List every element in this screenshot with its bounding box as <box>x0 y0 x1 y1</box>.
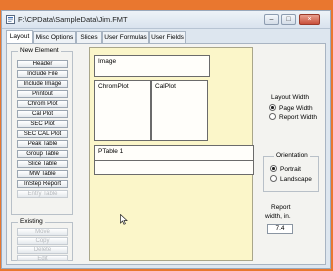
existing-label: Existing <box>18 218 45 225</box>
mw-table-button[interactable]: MW Table <box>17 170 68 179</box>
cal-plot-button[interactable]: Cal Plot <box>17 110 68 119</box>
tab-misc-options[interactable]: Misc Options <box>33 31 76 43</box>
radio-selected-icon <box>270 165 277 172</box>
sec-plot-button[interactable]: SEC Plot <box>17 120 68 129</box>
orientation-label: Orientation <box>274 152 310 159</box>
maximize-icon: □ <box>286 16 291 23</box>
peak-table-button[interactable]: Peak Table <box>17 140 68 149</box>
tab-slices[interactable]: Slices <box>76 31 102 43</box>
instep-report-button[interactable]: InStep Report <box>17 180 68 189</box>
mouse-pointer-icon <box>120 214 128 225</box>
layout-tab-panel: New Element Header Include File Include … <box>6 43 326 265</box>
entry-table-button[interactable]: Entry Table <box>17 190 68 199</box>
report-width-label: Report Width <box>279 114 317 122</box>
image-block-label: Image <box>98 58 117 65</box>
edit-button[interactable]: Edit <box>17 255 68 261</box>
report-width-caption-1: Report <box>271 204 291 211</box>
cal-plot-block-label: CalPlot <box>155 83 176 90</box>
existing-group: Existing Move Copy Delete Edit <box>11 218 73 261</box>
layout-width-group: Layout Width Page Width Report Width <box>263 94 319 132</box>
close-button[interactable]: × <box>299 14 320 25</box>
new-element-label: New Element <box>18 47 61 54</box>
page-width-radio[interactable]: Page Width <box>269 104 313 113</box>
radio-unselected-icon <box>269 113 276 120</box>
radio-selected-icon <box>269 104 276 111</box>
tab-layout[interactable]: Layout <box>6 30 33 43</box>
portrait-radio[interactable]: Portrait <box>270 165 301 174</box>
slice-table-button[interactable]: Slice Table <box>17 160 68 169</box>
sec-cal-plot-button[interactable]: SEC CAL Plot <box>17 130 68 139</box>
report-width-radio[interactable]: Report Width <box>269 113 317 122</box>
portrait-label: Portrait <box>280 166 301 174</box>
maximize-button[interactable]: □ <box>281 14 296 25</box>
minimize-icon: – <box>269 16 274 23</box>
ptable-block[interactable]: PTable 1 <box>94 145 254 175</box>
close-icon: × <box>307 16 312 23</box>
copy-button[interactable]: Copy <box>17 237 68 246</box>
layout-canvas[interactable]: Image ChromPlot CalPlot PTable 1 <box>89 47 254 261</box>
chrom-plot-block[interactable]: ChromPlot <box>94 80 151 141</box>
printout-button[interactable]: Printout <box>17 90 68 99</box>
chrom-plot-button[interactable]: Chrom Plot <box>17 100 68 109</box>
radio-unselected-icon <box>270 175 277 182</box>
tab-user-fields[interactable]: User Fields <box>149 31 186 43</box>
landscape-radio[interactable]: Landscape <box>270 175 312 184</box>
include-file-button[interactable]: Include File <box>17 70 68 79</box>
landscape-label: Landscape <box>280 176 312 184</box>
ptable-block-label: PTable 1 <box>98 148 124 155</box>
orientation-group: Orientation Portrait Landscape <box>263 152 319 192</box>
ptable-divider <box>95 160 253 161</box>
report-width-caption-2: width, in. <box>265 213 291 220</box>
move-button[interactable]: Move <box>17 228 68 237</box>
group-table-button[interactable]: Group Table <box>17 150 68 159</box>
report-width-input[interactable]: 7.4 <box>267 224 293 234</box>
window-title: F:\CPData\SampleData\Jim.FMT <box>18 15 128 24</box>
image-block[interactable]: Image <box>94 55 210 77</box>
minimize-button[interactable]: – <box>264 14 279 25</box>
layout-width-label: Layout Width <box>271 94 309 101</box>
chrom-plot-block-label: ChromPlot <box>98 83 129 90</box>
title-bar[interactable]: F:\CPData\SampleData\Jim.FMT – □ × <box>2 11 330 29</box>
tab-user-formulas[interactable]: User Formulas <box>102 31 149 43</box>
page-width-label: Page Width <box>279 105 313 113</box>
app-icon <box>6 15 15 24</box>
new-element-group: New Element Header Include File Include … <box>11 47 73 215</box>
cal-plot-block[interactable]: CalPlot <box>151 80 208 141</box>
header-button[interactable]: Header <box>17 60 68 69</box>
include-image-button[interactable]: Include Image <box>17 80 68 89</box>
tab-bar: Layout Misc Options Slices User Formulas… <box>6 30 326 43</box>
delete-button[interactable]: Delete <box>17 246 68 255</box>
format-editor-window: F:\CPData\SampleData\Jim.FMT – □ × Layou… <box>1 10 331 269</box>
